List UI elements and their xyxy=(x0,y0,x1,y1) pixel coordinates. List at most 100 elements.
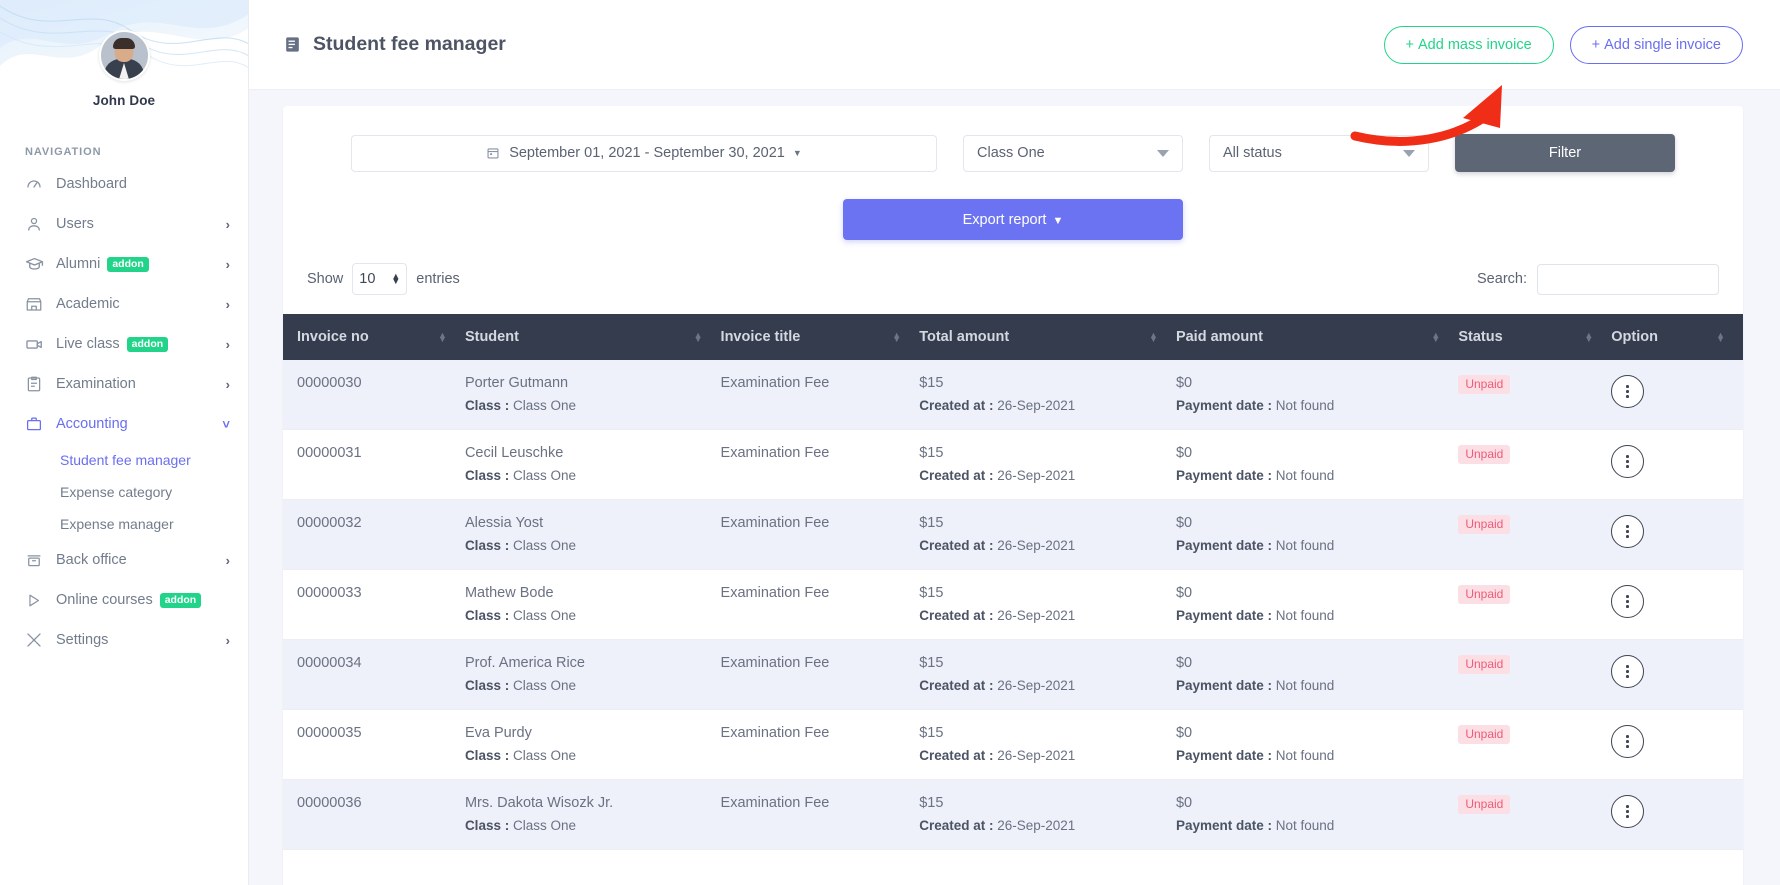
table-head: Invoice no▲▼ Student▲▼ Invoice title▲▼ T… xyxy=(283,314,1743,360)
cell-total-amount: $15Created at : 26-Sep-2021 xyxy=(919,360,1176,430)
search-label: Search: xyxy=(1477,271,1527,287)
sidebar-subitem-expense-category[interactable]: Expense category xyxy=(0,476,248,508)
status-badge: Unpaid xyxy=(1458,445,1510,464)
filter-row: September 01, 2021 - September 30, 2021 … xyxy=(283,134,1743,172)
sidebar-item-label: Examination xyxy=(56,376,136,392)
column-label: Invoice no xyxy=(297,329,369,345)
sidebar-item-label: Back office xyxy=(56,552,127,568)
cell-payment-date: Payment date : Not found xyxy=(1176,678,1458,693)
sidebar-item-settings[interactable]: Settings › xyxy=(0,620,248,660)
column-student[interactable]: Student▲▼ xyxy=(465,314,721,360)
row-options-button[interactable] xyxy=(1611,725,1644,758)
cell-student: Cecil LeuschkeClass : Class One xyxy=(465,430,721,500)
chevron-down-icon: ˅ xyxy=(222,418,230,431)
cell-created-at: Created at : 26-Sep-2021 xyxy=(919,608,1176,623)
cell-option xyxy=(1611,430,1743,500)
cell-total-amount: $15Created at : 26-Sep-2021 xyxy=(919,500,1176,570)
plus-icon: + xyxy=(1406,37,1414,53)
sidebar-item-back-office[interactable]: Back office › xyxy=(0,540,248,580)
sidebar-item-examination[interactable]: Examination › xyxy=(0,364,248,404)
row-options-button[interactable] xyxy=(1611,655,1644,688)
entries-per-page-select[interactable]: 10 ▲▼ xyxy=(352,263,407,295)
sidebar-item-academic[interactable]: Academic › xyxy=(0,284,248,324)
search-input[interactable] xyxy=(1537,264,1719,295)
column-label: Invoice title xyxy=(721,329,801,345)
cell-option xyxy=(1611,780,1743,850)
table-header-row: Invoice no▲▼ Student▲▼ Invoice title▲▼ T… xyxy=(283,314,1743,360)
cell-invoice-title: Examination Fee xyxy=(721,430,920,500)
row-options-button[interactable] xyxy=(1611,795,1644,828)
cell-class: Class : Class One xyxy=(465,538,721,553)
sidebar-subitem-student-fee-manager[interactable]: Student fee manager xyxy=(0,444,248,476)
sort-icon: ▲▼ xyxy=(1431,333,1440,342)
page-title-text: Student fee manager xyxy=(313,33,506,56)
column-paid-amount[interactable]: Paid amount▲▼ xyxy=(1176,314,1458,360)
column-invoice-title[interactable]: Invoice title▲▼ xyxy=(721,314,920,360)
cell-status: Unpaid xyxy=(1458,780,1611,850)
cell-option xyxy=(1611,640,1743,710)
plus-icon: + xyxy=(1592,37,1600,53)
column-label: Status xyxy=(1458,329,1502,345)
cell-class: Class : Class One xyxy=(465,818,721,833)
column-invoice-no[interactable]: Invoice no▲▼ xyxy=(283,314,465,360)
row-options-button[interactable] xyxy=(1611,515,1644,548)
cell-student: Mrs. Dakota Wisozk Jr.Class : Class One xyxy=(465,780,721,850)
sidebar-item-dashboard[interactable]: Dashboard xyxy=(0,164,248,204)
sidebar-item-alumni[interactable]: Alumni addon › xyxy=(0,244,248,284)
sidebar-item-accounting[interactable]: Accounting ˅ xyxy=(0,404,248,444)
cell-status: Unpaid xyxy=(1458,710,1611,780)
kebab-menu-icon xyxy=(1626,735,1629,747)
avatar[interactable] xyxy=(99,30,150,81)
status-select-value: All status xyxy=(1223,145,1282,161)
chevron-down-icon: ▼ xyxy=(793,148,802,158)
kebab-menu-icon xyxy=(1626,665,1629,677)
profile-name: John Doe xyxy=(0,93,248,108)
add-mass-invoice-button[interactable]: +Add mass invoice xyxy=(1384,26,1554,64)
chevron-down-icon xyxy=(1403,150,1415,157)
cell-option xyxy=(1611,500,1743,570)
filter-button[interactable]: Filter xyxy=(1455,134,1675,172)
cell-invoice-title: Examination Fee xyxy=(721,640,920,710)
status-select[interactable]: All status xyxy=(1209,135,1429,172)
cell-paid-amount: $0Payment date : Not found xyxy=(1176,710,1458,780)
cell-class: Class : Class One xyxy=(465,398,721,413)
cell-created-at: Created at : 26-Sep-2021 xyxy=(919,468,1176,483)
cell-option xyxy=(1611,710,1743,780)
row-options-button[interactable] xyxy=(1611,445,1644,478)
row-options-button[interactable] xyxy=(1611,585,1644,618)
chevron-down-icon: ▼ xyxy=(1052,215,1063,227)
cell-invoice-title: Examination Fee xyxy=(721,500,920,570)
sidebar-item-live-class[interactable]: Live class addon › xyxy=(0,324,248,364)
app-root: John Doe NAVIGATION Dashboard Users › xyxy=(0,0,1780,885)
cell-student: Alessia YostClass : Class One xyxy=(465,500,721,570)
sidebar-subitem-expense-manager[interactable]: Expense manager xyxy=(0,508,248,540)
chevron-right-icon: › xyxy=(226,338,230,351)
add-single-invoice-button[interactable]: +Add single invoice xyxy=(1570,26,1743,64)
cell-status: Unpaid xyxy=(1458,640,1611,710)
cell-status: Unpaid xyxy=(1458,570,1611,640)
cell-payment-date: Payment date : Not found xyxy=(1176,818,1458,833)
speedometer-icon xyxy=(25,175,47,193)
sidebar-item-online-courses[interactable]: Online courses addon xyxy=(0,580,248,620)
cell-payment-date: Payment date : Not found xyxy=(1176,538,1458,553)
column-option[interactable]: Option▲▼ xyxy=(1611,314,1743,360)
column-status[interactable]: Status▲▼ xyxy=(1458,314,1611,360)
cell-payment-date: Payment date : Not found xyxy=(1176,468,1458,483)
cell-status: Unpaid xyxy=(1458,360,1611,430)
export-report-button[interactable]: Export report▼ xyxy=(843,199,1183,240)
cell-invoice-no: 00000036 xyxy=(283,780,465,850)
chevron-down-icon xyxy=(1157,150,1169,157)
class-select[interactable]: Class One xyxy=(963,135,1183,172)
table-row: 00000035Eva PurdyClass : Class OneExamin… xyxy=(283,710,1743,780)
row-options-button[interactable] xyxy=(1611,375,1644,408)
sidebar-item-users[interactable]: Users › xyxy=(0,204,248,244)
chevron-right-icon: › xyxy=(226,634,230,647)
date-range-picker[interactable]: September 01, 2021 - September 30, 2021 … xyxy=(351,135,937,172)
column-total-amount[interactable]: Total amount▲▼ xyxy=(919,314,1176,360)
cell-total-amount: $15Created at : 26-Sep-2021 xyxy=(919,570,1176,640)
kebab-menu-icon xyxy=(1626,525,1629,537)
show-label: Show xyxy=(307,271,343,287)
cell-total-amount: $15Created at : 26-Sep-2021 xyxy=(919,710,1176,780)
nav-section-title: NAVIGATION xyxy=(25,146,248,158)
fee-manager-card: September 01, 2021 - September 30, 2021 … xyxy=(283,106,1743,885)
